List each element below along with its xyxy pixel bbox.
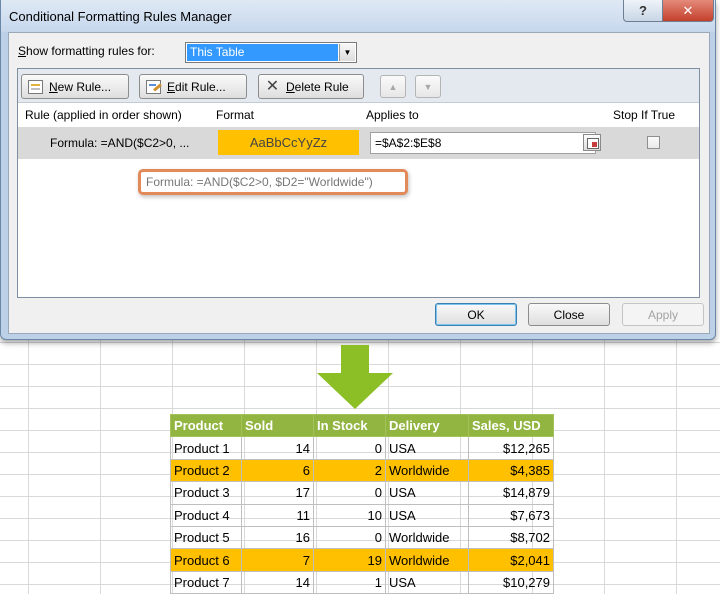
sold-cell[interactable]: 17 <box>241 481 314 505</box>
sold-cell[interactable]: 6 <box>241 458 314 483</box>
table-row: Product 4 11 10 USA $7,673 <box>170 503 554 527</box>
new-rule-button[interactable]: New Rule... <box>21 74 129 99</box>
in-stock-cell[interactable]: 0 <box>313 525 386 550</box>
delivery-cell[interactable]: USA <box>385 503 469 527</box>
sold-cell[interactable]: 7 <box>241 548 314 572</box>
column-header-applies-to: Applies to <box>366 108 419 122</box>
ok-button[interactable]: OK <box>435 303 517 326</box>
rules-list-panel: New Rule... Edit Rule... ✕ Delete Rule ▲… <box>17 68 700 298</box>
table-row: Product 5 16 0 Worldwide $8,702 <box>170 525 554 550</box>
sales-cell[interactable]: $4,385 <box>468 458 554 483</box>
help-button[interactable]: ? <box>623 0 663 22</box>
sales-cell[interactable]: $7,673 <box>468 503 554 527</box>
arrow-down-icon: ▼ <box>423 81 433 92</box>
delivery-cell[interactable]: USA <box>385 436 469 460</box>
product-cell[interactable]: Product 1 <box>170 436 242 460</box>
rules-toolbar: New Rule... Edit Rule... ✕ Delete Rule ▲… <box>18 69 699 103</box>
product-cell[interactable]: Product 5 <box>170 525 242 550</box>
window-close-button[interactable]: ✕ <box>662 0 714 22</box>
product-cell[interactable]: Product 6 <box>170 548 242 572</box>
sales-cell[interactable]: $14,879 <box>468 481 554 505</box>
dialog-title: Conditional Formatting Rules Manager <box>9 9 232 24</box>
header-cell[interactable]: Sales, USD <box>468 413 554 438</box>
help-icon: ? <box>639 3 647 18</box>
range-selector-icon[interactable] <box>583 134 601 151</box>
product-cell[interactable]: Product 2 <box>170 458 242 483</box>
header-cell[interactable]: In Stock <box>313 413 386 438</box>
column-header-rule: Rule (applied in order shown) <box>25 108 182 122</box>
sales-cell[interactable]: $8,702 <box>468 525 554 550</box>
delivery-cell[interactable]: Worldwide <box>385 458 469 483</box>
column-header-format: Format <box>216 108 255 122</box>
move-up-button[interactable]: ▲ <box>380 75 406 98</box>
delivery-cell[interactable]: USA <box>385 481 469 505</box>
sold-cell[interactable]: 11 <box>241 503 314 527</box>
stop-if-true-checkbox[interactable] <box>647 136 660 149</box>
table-header-row: Product Sold In Stock Delivery Sales, US… <box>170 413 554 438</box>
edit-rule-icon <box>146 79 161 94</box>
rules-manager-dialog: Conditional Formatting Rules Manager ? ✕… <box>0 0 716 340</box>
chevron-down-icon[interactable]: ▼ <box>339 44 355 61</box>
table-row: Product 2 6 2 Worldwide $4,385 <box>170 458 554 483</box>
sold-cell[interactable]: 14 <box>241 570 314 594</box>
in-stock-cell[interactable]: 19 <box>313 548 386 572</box>
column-header-stop-if-true: Stop If True <box>613 108 676 122</box>
move-down-button[interactable]: ▼ <box>415 75 441 98</box>
applies-to-input[interactable]: =$A$2:$E$8 <box>370 132 596 154</box>
dialog-titlebar[interactable]: Conditional Formatting Rules Manager ? ✕ <box>1 0 715 32</box>
product-cell[interactable]: Product 3 <box>170 481 242 505</box>
sales-cell[interactable]: $10,279 <box>468 570 554 594</box>
arrow-down-icon <box>317 345 393 409</box>
in-stock-cell[interactable]: 1 <box>313 570 386 594</box>
new-rule-icon <box>28 79 43 94</box>
sales-cell[interactable]: $12,265 <box>468 436 554 460</box>
show-rules-for-value: This Table <box>187 44 338 61</box>
in-stock-cell[interactable]: 0 <box>313 436 386 460</box>
sold-cell[interactable]: 16 <box>241 525 314 550</box>
table-row: Product 3 17 0 USA $14,879 <box>170 481 554 505</box>
delete-rule-button[interactable]: ✕ Delete Rule <box>258 74 364 99</box>
rule-name: Formula: =AND($C2>0, ... <box>50 136 190 150</box>
header-cell[interactable]: Product <box>170 413 242 438</box>
table-row: Product 7 14 1 USA $10,279 <box>170 570 554 594</box>
close-button[interactable]: Close <box>528 303 610 326</box>
product-cell[interactable]: Product 4 <box>170 503 242 527</box>
in-stock-cell[interactable]: 2 <box>313 458 386 483</box>
delivery-cell[interactable]: Worldwide <box>385 548 469 572</box>
sales-cell[interactable]: $2,041 <box>468 548 554 572</box>
edit-rule-button[interactable]: Edit Rule... <box>139 74 247 99</box>
apply-button[interactable]: Apply <box>622 303 704 326</box>
arrow-up-icon: ▲ <box>388 81 398 92</box>
show-rules-label: Show formatting rules for: <box>18 44 155 58</box>
header-cell[interactable]: Delivery <box>385 413 469 438</box>
show-rules-for-select[interactable]: This Table ▼ <box>185 42 357 63</box>
table-row: Product 1 14 0 USA $12,265 <box>170 436 554 460</box>
formula-tooltip: Formula: =AND($C2>0, $D2="Worldwide") <box>138 169 408 195</box>
in-stock-cell[interactable]: 10 <box>313 503 386 527</box>
product-cell[interactable]: Product 7 <box>170 570 242 594</box>
header-cell[interactable]: Sold <box>241 413 314 438</box>
delivery-cell[interactable]: Worldwide <box>385 525 469 550</box>
delete-icon: ✕ <box>265 77 280 95</box>
close-icon: ✕ <box>682 2 694 18</box>
sold-cell[interactable]: 14 <box>241 436 314 460</box>
rule-row[interactable]: Formula: =AND($C2>0, ... AaBbCcYyZz =$A$… <box>18 127 699 159</box>
product-table: Product Sold In Stock Delivery Sales, US… <box>170 413 554 594</box>
in-stock-cell[interactable]: 0 <box>313 481 386 505</box>
dialog-body: Show formatting rules for: This Table ▼ … <box>8 32 710 334</box>
table-row: Product 6 7 19 Worldwide $2,041 <box>170 548 554 572</box>
format-preview: AaBbCcYyZz <box>218 130 359 155</box>
delivery-cell[interactable]: USA <box>385 570 469 594</box>
